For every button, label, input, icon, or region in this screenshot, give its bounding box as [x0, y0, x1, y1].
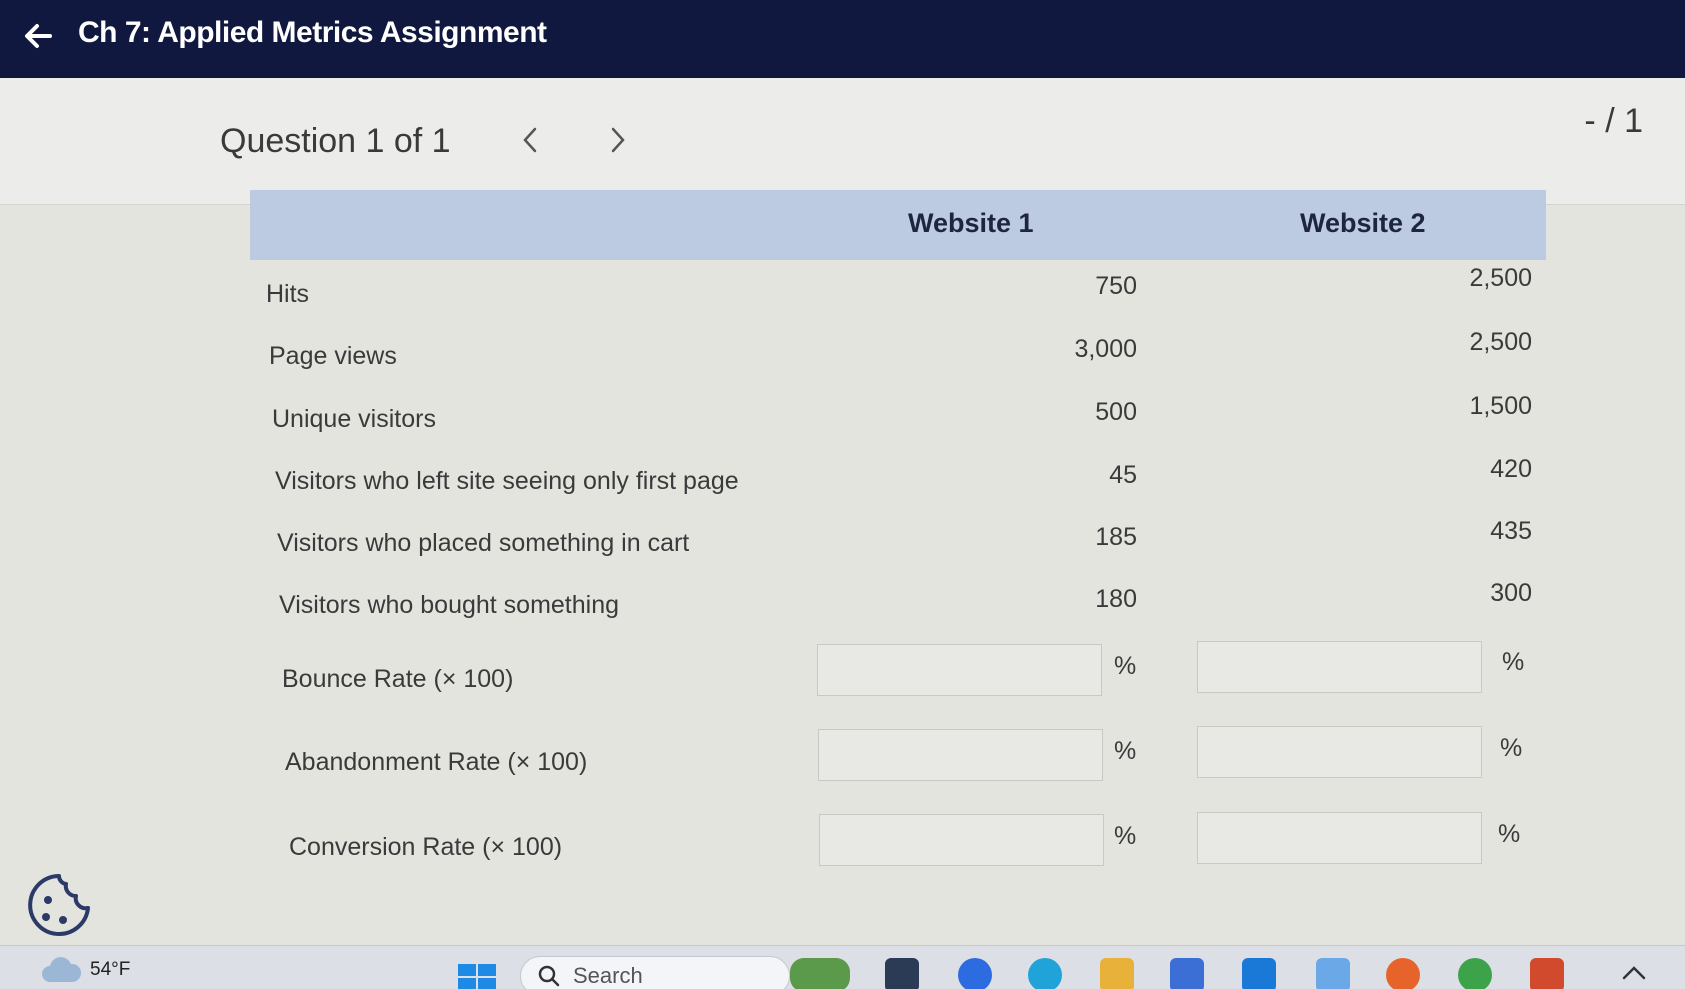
percent-unit: %: [1498, 820, 1521, 848]
table-cell: 2,500: [1469, 328, 1532, 356]
chrome-icon[interactable]: [1458, 958, 1492, 989]
chevron-up-icon[interactable]: [1620, 962, 1648, 982]
percent-unit: %: [1114, 737, 1137, 765]
task-view-icon[interactable]: [885, 958, 919, 989]
percent-unit: %: [1500, 734, 1523, 762]
next-question-button[interactable]: [600, 120, 636, 160]
store-icon[interactable]: [1170, 958, 1204, 989]
percent-unit: %: [1502, 648, 1525, 676]
search-placeholder: Search: [573, 963, 643, 988]
chevron-left-icon: [523, 127, 537, 153]
firefox-icon[interactable]: [1386, 958, 1420, 989]
widgets-icon[interactable]: [790, 958, 850, 989]
search-icon: [538, 965, 560, 987]
percent-unit: %: [1114, 652, 1137, 680]
percent-unit: %: [1114, 822, 1137, 850]
table-cell: 185: [1095, 523, 1137, 551]
row-label-cart-visitors: Visitors who placed something in cart: [277, 529, 690, 557]
table-cell: 2,500: [1469, 264, 1532, 292]
file-explorer-icon[interactable]: [1100, 958, 1134, 989]
abandonment-rate-website-2-input[interactable]: [1197, 726, 1482, 778]
zoom-icon[interactable]: [958, 958, 992, 989]
back-arrow-icon[interactable]: [20, 18, 56, 54]
table-cell: 420: [1490, 455, 1532, 483]
question-score: - / 1: [1584, 102, 1643, 140]
snipping-tool-icon[interactable]: [1316, 958, 1350, 989]
previous-question-button[interactable]: [512, 120, 548, 160]
start-icon[interactable]: [458, 964, 496, 989]
question-bar: Question 1 of 1 - / 1: [0, 78, 1685, 205]
row-label-abandonment-rate: Abandonment Rate (× 100): [285, 748, 588, 776]
row-label-conversion-rate: Conversion Rate (× 100): [289, 833, 563, 861]
row-label-unique-visitors: Unique visitors: [272, 405, 436, 433]
table-cell: 500: [1095, 398, 1137, 426]
table-cell: 750: [1095, 272, 1137, 300]
table-cell: 180: [1095, 585, 1137, 613]
table-cell: 435: [1490, 517, 1532, 545]
row-label-buying-visitors: Visitors who bought something: [279, 591, 620, 619]
edge-icon[interactable]: [1028, 958, 1062, 989]
cookie-icon[interactable]: [24, 870, 94, 940]
assignment-title: Ch 7: Applied Metrics Assignment: [78, 16, 547, 49]
mail-icon[interactable]: [1242, 958, 1276, 989]
chevron-right-icon: [611, 127, 625, 153]
column-header-website-1: Website 1: [908, 208, 1034, 238]
table-cell: 45: [1109, 461, 1137, 489]
weather-temperature: 54°F: [90, 959, 131, 980]
question-counter: Question 1 of 1: [220, 122, 451, 160]
conversion-rate-website-1-input[interactable]: [819, 814, 1104, 866]
conversion-rate-website-2-input[interactable]: [1197, 812, 1482, 864]
bounce-rate-website-1-input[interactable]: [817, 644, 1102, 696]
table-cell: 3,000: [1074, 335, 1137, 363]
abandonment-rate-website-1-input[interactable]: [818, 729, 1103, 781]
row-label-bounce-rate: Bounce Rate (× 100): [282, 665, 514, 693]
bounce-rate-website-2-input[interactable]: [1197, 641, 1482, 693]
row-label-hits: Hits: [266, 280, 310, 308]
cloud-icon: [42, 957, 82, 982]
table-header: Website 1 Website 2: [250, 190, 1546, 260]
table-cell: 1,500: [1469, 392, 1532, 420]
powerpoint-icon[interactable]: [1530, 958, 1564, 989]
column-header-website-2: Website 2: [1300, 208, 1426, 238]
weather-widget[interactable]: 54°F: [40, 952, 140, 988]
table-cell: 300: [1490, 579, 1532, 607]
row-label-bounced-visitors: Visitors who left site seeing only first…: [275, 467, 739, 495]
row-label-page-views: Page views: [269, 342, 397, 370]
top-header-bar: Ch 7: Applied Metrics Assignment: [0, 0, 1685, 78]
taskbar-search-box[interactable]: Search: [520, 956, 790, 989]
windows-taskbar: 54°F Search: [0, 945, 1685, 989]
